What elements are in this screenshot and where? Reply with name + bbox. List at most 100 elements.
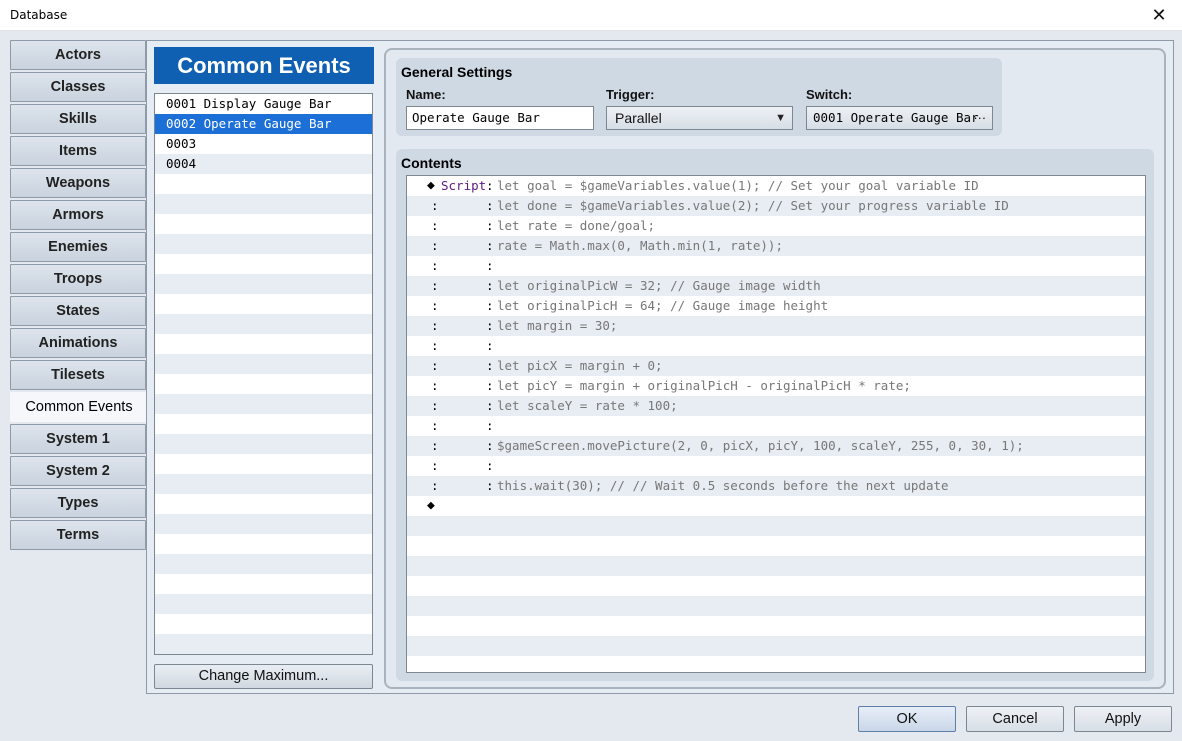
continuation-mark: : — [431, 198, 439, 213]
command-line[interactable]: :: let picX = margin + 0; — [407, 356, 1145, 376]
close-icon[interactable]: ✕ — [1136, 0, 1182, 31]
tab-weapons[interactable]: Weapons — [10, 168, 146, 198]
command-line[interactable]: :: let originalPicH = 64; // Gauge image … — [407, 296, 1145, 316]
command-line[interactable]: :: let rate = done/goal; — [407, 216, 1145, 236]
empty-command-line — [407, 556, 1145, 576]
separator: : — [486, 178, 494, 193]
empty-list-row — [155, 634, 372, 654]
empty-list-row — [155, 254, 372, 274]
empty-command-line — [407, 636, 1145, 656]
separator: : — [486, 218, 494, 233]
general-settings-heading: General Settings — [401, 64, 513, 80]
tab-states[interactable]: States — [10, 296, 146, 326]
command-name: Script — [441, 178, 487, 193]
command-line[interactable]: :: let done = $gameVariables.value(2); //… — [407, 196, 1145, 216]
continuation-mark: : — [431, 478, 439, 493]
tab-actors[interactable]: Actors — [10, 40, 146, 70]
empty-list-row — [155, 214, 372, 234]
command-line[interactable]: :: — [407, 456, 1145, 476]
separator: : — [486, 418, 494, 433]
command-line[interactable]: :: rate = Math.max(0, Math.min(1, rate)); — [407, 236, 1145, 256]
list-item[interactable]: 0001 Display Gauge Bar — [155, 94, 372, 114]
separator: : — [486, 378, 494, 393]
general-settings-group: General Settings Name: Trigger: Switch: … — [396, 58, 1002, 136]
continuation-mark: : — [431, 318, 439, 333]
command-line[interactable]: ◆ Script: let goal = $gameVariables.value(… — [407, 176, 1145, 196]
database-window: Actors Classes Skills Items Weapons Armors Ene… — [0, 31, 1182, 741]
empty-list-row — [155, 554, 372, 574]
ok-button[interactable]: OK — [858, 706, 956, 732]
continuation-mark: : — [431, 358, 439, 373]
command-line[interactable]: :: $gameScreen.movePicture(2, 0, picX, pi… — [407, 436, 1145, 456]
empty-list-row — [155, 414, 372, 434]
tab-classes[interactable]: Classes — [10, 72, 146, 102]
tab-skills[interactable]: Skills — [10, 104, 146, 134]
empty-command-line — [407, 596, 1145, 616]
continuation-mark: : — [431, 338, 439, 353]
separator: : — [486, 398, 494, 413]
continuation-mark: : — [431, 378, 439, 393]
switch-select-button[interactable]: 0001 Operate Gauge Bar ··· — [806, 106, 993, 130]
command-line[interactable]: :: let originalPicW = 32; // Gauge image … — [407, 276, 1145, 296]
tab-system-1[interactable]: System 1 — [10, 424, 146, 454]
separator: : — [486, 318, 494, 333]
category-tabs: Actors Classes Skills Items Weapons Armors Ene… — [10, 40, 148, 552]
empty-command-line — [407, 516, 1145, 536]
separator: : — [486, 298, 494, 313]
empty-list-row — [155, 374, 372, 394]
separator: : — [486, 198, 494, 213]
empty-list-row — [155, 354, 372, 374]
command-line[interactable]: :: let margin = 30; — [407, 316, 1145, 336]
apply-button[interactable]: Apply — [1074, 706, 1172, 732]
list-item[interactable]: 0003 — [155, 134, 372, 154]
continuation-mark: : — [431, 418, 439, 433]
change-maximum-button[interactable]: Change Maximum... — [154, 664, 373, 689]
script-text: let originalPicH = 64; // Gauge image he… — [497, 298, 829, 313]
script-text: let margin = 30; — [497, 318, 618, 333]
empty-command-line — [407, 616, 1145, 636]
tab-enemies[interactable]: Enemies — [10, 232, 146, 262]
list-item[interactable]: 0002 Operate Gauge Bar — [155, 114, 372, 134]
tab-armors[interactable]: Armors — [10, 200, 146, 230]
tab-troops[interactable]: Troops — [10, 264, 146, 294]
continuation-mark: : — [431, 298, 439, 313]
command-line[interactable]: :: — [407, 416, 1145, 436]
command-line[interactable]: :: let scaleY = rate * 100; — [407, 396, 1145, 416]
continuation-mark: : — [431, 438, 439, 453]
script-text: rate = Math.max(0, Math.min(1, rate)); — [497, 238, 783, 253]
tab-types[interactable]: Types — [10, 488, 146, 518]
command-line[interactable]: :: this.wait(30); // // Wait 0.5 seconds … — [407, 476, 1145, 496]
tab-items[interactable]: Items — [10, 136, 146, 166]
tab-tilesets[interactable]: Tilesets — [10, 360, 146, 390]
separator: : — [486, 438, 494, 453]
script-text: this.wait(30); // // Wait 0.5 seconds be… — [497, 478, 949, 493]
name-input[interactable]: Operate Gauge Bar — [406, 106, 594, 130]
script-text: let originalPicW = 32; // Gauge image wi… — [497, 278, 821, 293]
contents-heading: Contents — [401, 155, 462, 171]
continuation-mark: : — [431, 258, 439, 273]
cancel-button[interactable]: Cancel — [966, 706, 1064, 732]
switch-label: Switch: — [806, 87, 853, 102]
event-command-list[interactable]: ◆ Script: let goal = $gameVariables.value(… — [406, 175, 1146, 673]
continuation-mark: : — [431, 398, 439, 413]
tab-terms[interactable]: Terms — [10, 520, 146, 550]
main-frame: Common Events 0001 Display Gauge Bar 0002… — [146, 40, 1174, 694]
trigger-select[interactable]: Parallel ▼ — [606, 106, 793, 130]
trigger-value: Parallel — [615, 110, 662, 126]
continuation-mark: : — [431, 238, 439, 253]
separator: : — [486, 358, 494, 373]
tab-system-2[interactable]: System 2 — [10, 456, 146, 486]
command-line[interactable]: :: — [407, 336, 1145, 356]
tab-common-events[interactable]: Common Events — [10, 392, 148, 422]
common-events-list[interactable]: 0001 Display Gauge Bar 0002 Operate Gauge… — [154, 93, 373, 655]
empty-list-row — [155, 314, 372, 334]
tab-animations[interactable]: Animations — [10, 328, 146, 358]
separator: : — [486, 338, 494, 353]
command-line[interactable]: :: let picY = margin + originalPicH - ori… — [407, 376, 1145, 396]
command-line[interactable]: :: — [407, 256, 1145, 276]
command-line[interactable]: ◆ — [407, 496, 1145, 516]
list-item[interactable]: 0004 — [155, 154, 372, 174]
switch-value: 0001 Operate Gauge Bar — [813, 110, 979, 125]
empty-command-line — [407, 656, 1145, 672]
diamond-icon: ◆ — [427, 178, 435, 193]
